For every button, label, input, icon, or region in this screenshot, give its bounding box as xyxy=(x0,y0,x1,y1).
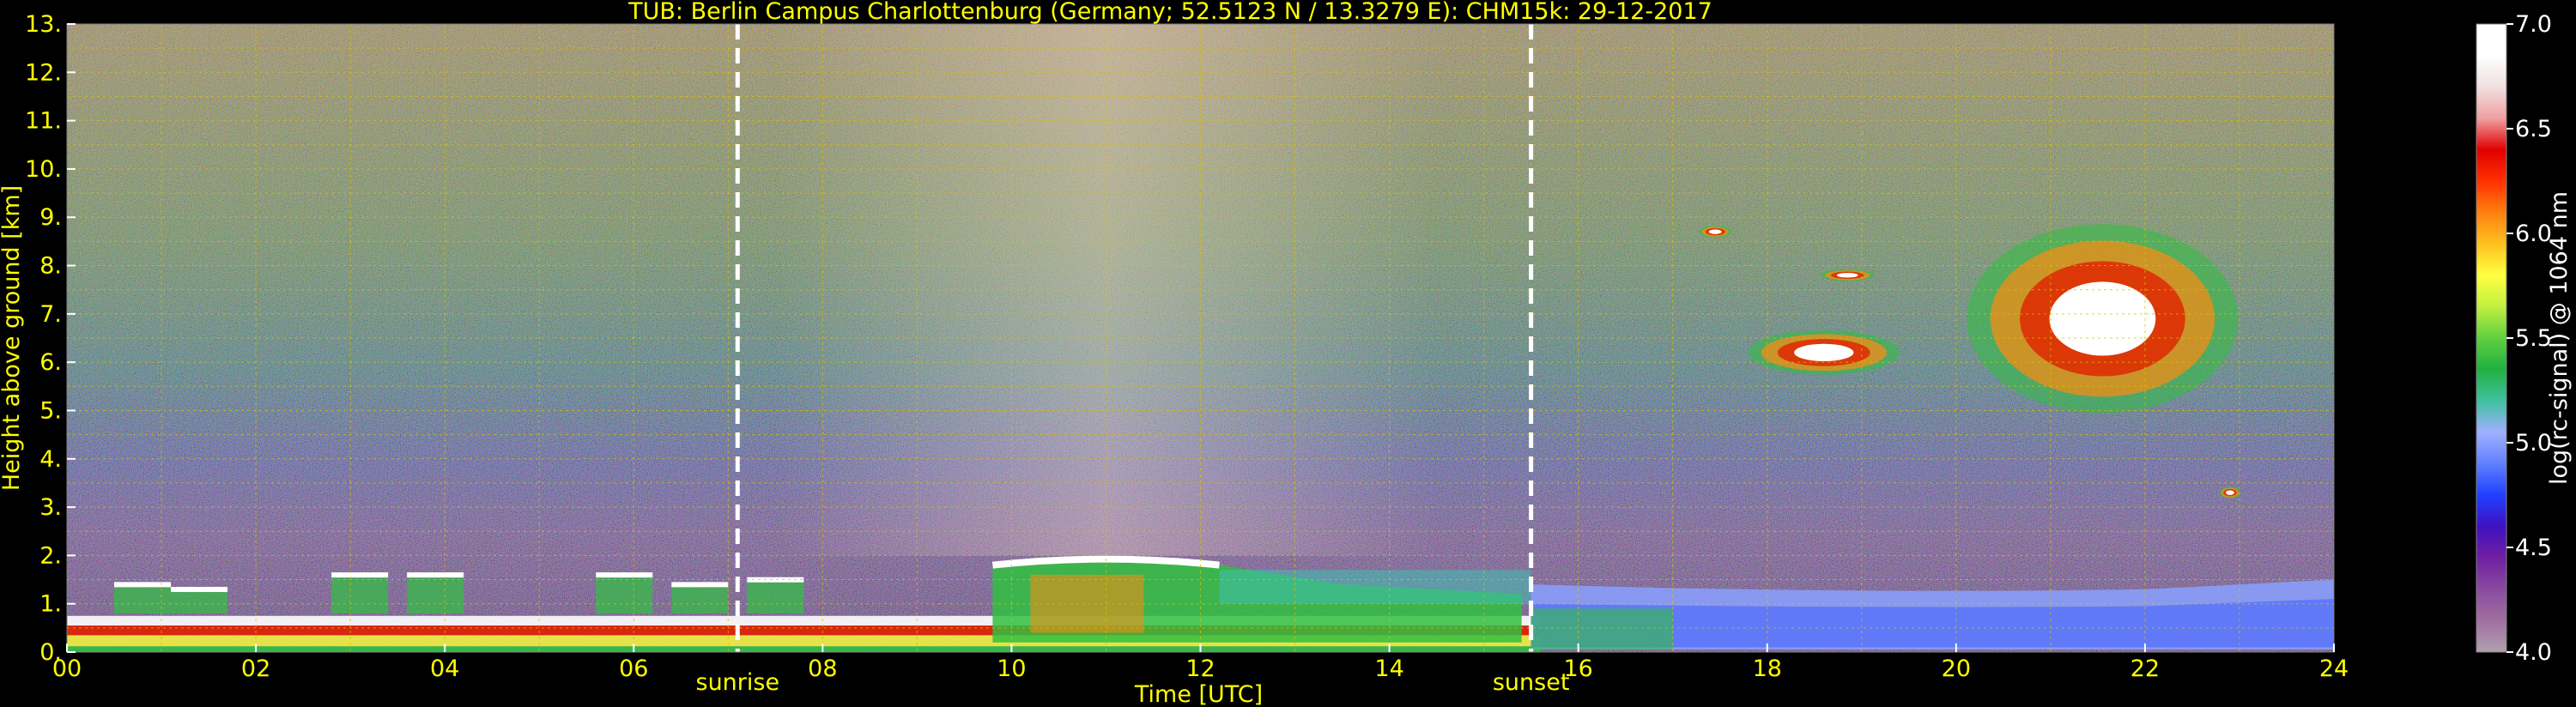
feature-cirrus-cloud xyxy=(1699,226,1732,239)
colorbar: 4.04.55.05.56.06.57.0 log(rc-signal) @ 1… xyxy=(2476,11,2573,666)
y-tick-label: 4. xyxy=(39,446,62,473)
colorbar-tick-label: 4.5 xyxy=(2515,535,2552,561)
x-tick-label: 12 xyxy=(1185,656,1215,682)
x-tick-label: 14 xyxy=(1374,656,1403,682)
y-tick-label: 5. xyxy=(39,397,62,424)
x-tick-label: 06 xyxy=(619,656,648,682)
y-tick-label: 3. xyxy=(39,494,62,521)
sunrise-label: sunrise xyxy=(696,669,780,696)
colorbar-tick-label: 4.0 xyxy=(2515,639,2552,666)
sunset-label: sunset xyxy=(1493,669,1570,696)
colorbar-ticks: 4.04.55.05.56.06.57.0 xyxy=(2506,11,2552,666)
y-tick-label: 6. xyxy=(39,349,62,376)
feature-mid-level-cloud xyxy=(1748,329,1900,375)
x-tick-label: 02 xyxy=(241,656,270,682)
y-tick-label: 12. xyxy=(25,59,62,86)
x-tick-label: 20 xyxy=(1942,656,1971,682)
x-tick-label: 18 xyxy=(1753,656,1782,682)
chart: sunrise sunset 00 02 04 06 08 10 12 14 16 18 20 22 24… xyxy=(0,0,2573,707)
y-tick-label: 10. xyxy=(25,156,62,183)
colorbar-tick-label: 6.5 xyxy=(2515,116,2552,142)
y-tick-label: 13. xyxy=(25,11,62,38)
y-tick-label: 8. xyxy=(39,253,62,280)
feature-cirrus-cloud xyxy=(1820,269,1875,281)
x-tick-label: 22 xyxy=(2131,656,2160,682)
feature-isolated-cloud xyxy=(2219,486,2241,499)
y-tick-label: 2. xyxy=(39,542,62,569)
y-tick-label: 9. xyxy=(39,204,62,231)
colorbar-scale xyxy=(2476,23,2507,653)
x-axis-label: Time [UTC] xyxy=(1134,681,1263,707)
x-tick-label: 04 xyxy=(430,656,459,682)
y-tick-label: 7. xyxy=(39,301,62,328)
y-axis-label: Height above ground [km] xyxy=(0,185,25,491)
y-tick-label: 1. xyxy=(39,591,62,618)
x-tick-label: 16 xyxy=(1563,656,1592,682)
x-tick-label: 08 xyxy=(808,656,837,682)
x-tick-label: 24 xyxy=(2319,656,2349,682)
colorbar-label: log(rc-signal) @ 1064 nm xyxy=(2546,191,2573,485)
chart-title: TUB: Berlin Campus Charlottenburg (Germa… xyxy=(627,0,1712,25)
colorbar-tick-label: 7.0 xyxy=(2515,11,2552,38)
x-tick-label: 10 xyxy=(997,656,1026,682)
y-tick-label: 0. xyxy=(39,639,62,666)
y-tick-label: 11. xyxy=(25,108,62,135)
feature-cirrus-cloud xyxy=(1967,224,2239,414)
